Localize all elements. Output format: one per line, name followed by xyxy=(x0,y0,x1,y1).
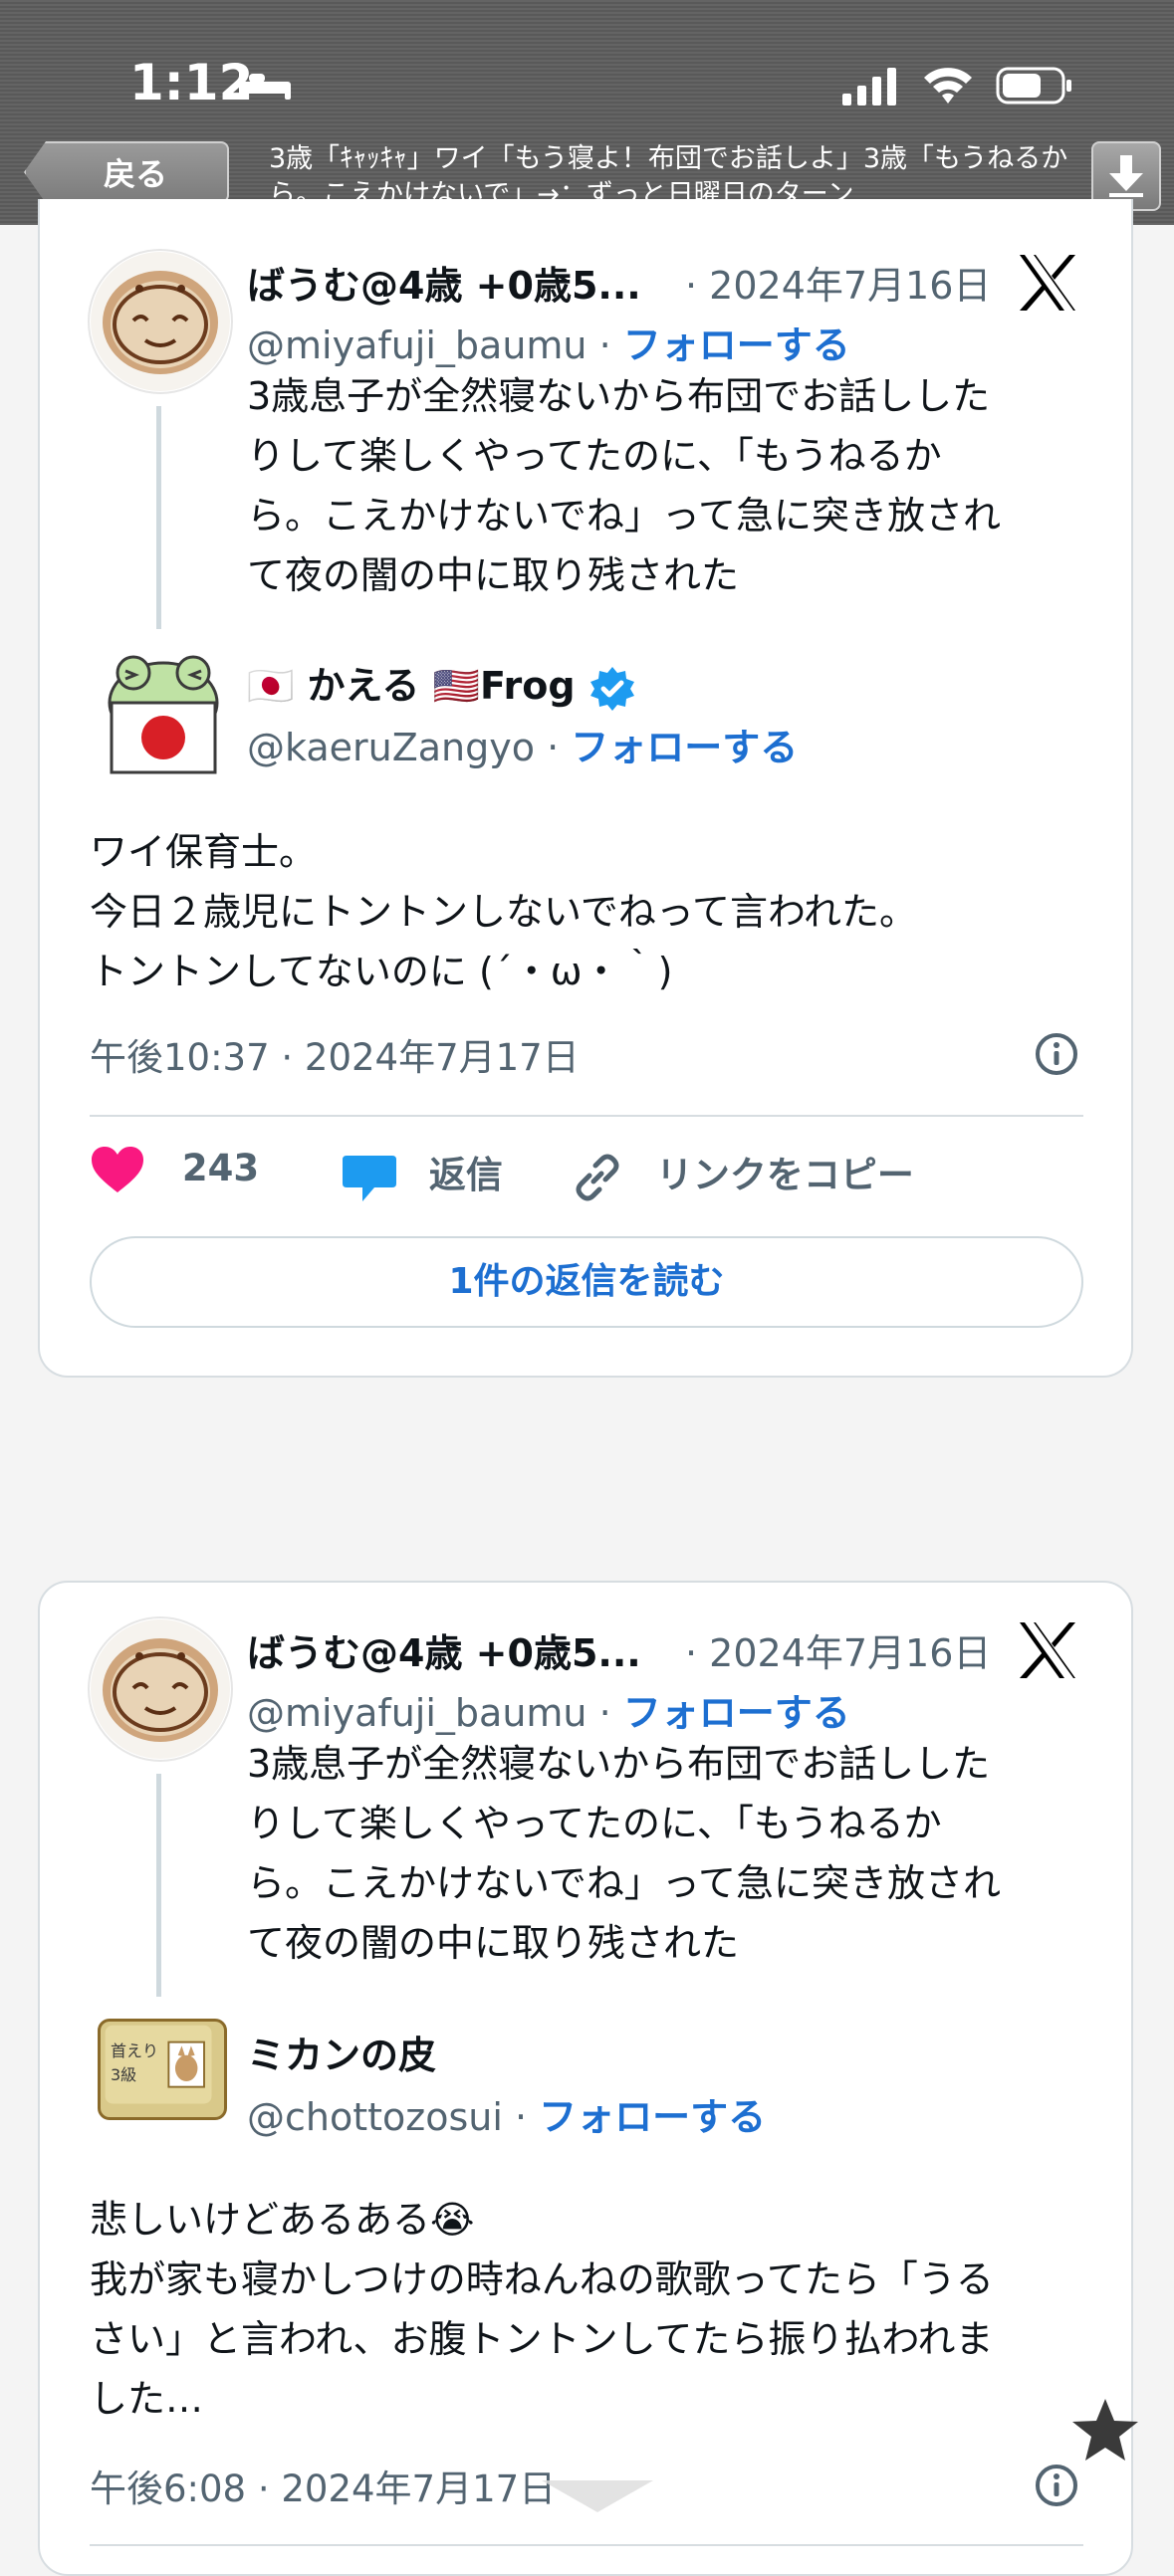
chevron-down-icon[interactable] xyxy=(538,2476,657,2516)
reply-author-name-text: 🇯🇵 かえる 🇺🇸Frog xyxy=(247,664,576,708)
x-logo-icon[interactable] xyxy=(1016,251,1079,315)
reply-handle[interactable]: @chottozosui xyxy=(247,2095,503,2139)
like-button[interactable]: 243 xyxy=(90,1145,259,1194)
separator: · xyxy=(587,1691,623,1735)
avatar-baumu[interactable] xyxy=(88,249,233,394)
reply-tweet-text: 悲しいけどあるある😭 我が家も寝かしつけの時ねんねの歌歌ってたら「うる さい」と… xyxy=(90,2198,994,2421)
link-icon xyxy=(576,1154,619,1200)
follow-link[interactable]: フォローする xyxy=(571,726,798,769)
x-logo-icon[interactable] xyxy=(1016,1618,1079,1682)
info-icon[interactable] xyxy=(1034,1031,1079,1077)
divider xyxy=(90,1115,1083,1117)
avatar-card-text: 首えり 3級 xyxy=(111,2041,159,2084)
reply-tweet-text: ワイ保育士。 今日２歳児にトントンしないでねって言われた。 トントンしてないのに… xyxy=(90,830,918,993)
cellular-signal-icon xyxy=(842,68,896,106)
copy-link-button[interactable]: リンクをコピー xyxy=(570,1145,914,1205)
sleep-focus-icon xyxy=(239,72,291,100)
verified-badge-icon xyxy=(589,666,634,711)
reply-label: 返信 xyxy=(428,1154,503,1196)
avatar-mikan[interactable]: 首えり 3級 xyxy=(98,2019,227,2120)
reply-author-name[interactable]: 🇯🇵 かえる 🇺🇸Frog xyxy=(247,655,636,713)
tweet-card: ばうむ@4歳 +0歳5... · 2024年7月16日 @miyafuji_ba… xyxy=(38,1581,1133,2576)
reply-handle-row: @chottozosui · フォローする xyxy=(247,2086,766,2141)
heart-icon xyxy=(92,1147,143,1192)
quoted-handle[interactable]: @miyafuji_baumu xyxy=(247,323,587,367)
quoted-tweet-text: 3歳息子が全然寝ないから布団でお話しした りして楽しくやってたのに、「もうねるか… xyxy=(247,374,1001,597)
separator: · xyxy=(502,2095,540,2139)
quoted-author-name[interactable]: ばうむ@4歳 +0歳5... xyxy=(247,1622,641,1677)
favorite-star-icon[interactable] xyxy=(1069,2395,1141,2467)
tweet-card: ばうむ@4歳 +0歳5... · 2024年7月16日 @miyafuji_ba… xyxy=(38,199,1133,1378)
back-button[interactable]: 戻る xyxy=(24,141,229,203)
follow-link[interactable]: フォローする xyxy=(623,1691,850,1735)
reply-timestamp[interactable]: 午後10:37 · 2024年7月17日 xyxy=(90,1027,580,1081)
thread-line xyxy=(156,1774,161,1997)
bread-face-avatar-icon xyxy=(91,1619,230,1759)
quoted-date[interactable]: · 2024年7月16日 xyxy=(685,255,991,310)
top-bar: 1:12 戻る 3歳「ｷｬｯｷｬ」ワイ「もう寝よ！布団でお話しよ」3歳「もうねる… xyxy=(0,0,1174,225)
reply-handle-row: @kaeruZangyo · フォローする xyxy=(247,717,798,771)
avatar-baumu[interactable] xyxy=(88,1616,233,1762)
separator: · xyxy=(587,323,623,367)
wifi-icon xyxy=(924,68,972,104)
avatar-kaeru[interactable] xyxy=(98,647,229,778)
reply-timestamp[interactable]: 午後6:08 · 2024年7月17日 xyxy=(90,2459,556,2512)
reply-author-name[interactable]: ミカンの皮 xyxy=(247,2025,436,2079)
read-replies-button[interactable]: 1件の返信を読む xyxy=(90,1236,1083,1328)
divider xyxy=(90,2544,1083,2546)
battery-icon xyxy=(996,67,1071,105)
quoted-handle-row: @miyafuji_baumu · フォローする xyxy=(247,315,850,369)
quoted-handle-row: @miyafuji_baumu · フォローする xyxy=(247,1682,850,1737)
status-time: 1:12 xyxy=(129,54,254,111)
follow-link[interactable]: フォローする xyxy=(623,323,850,367)
frog-flag-avatar-icon xyxy=(108,655,219,774)
quoted-date[interactable]: · 2024年7月16日 xyxy=(685,1622,991,1677)
reply-bubble-icon xyxy=(343,1155,396,1201)
thread-line xyxy=(156,406,161,629)
info-icon[interactable] xyxy=(1034,2463,1079,2508)
quoted-tweet-text: 3歳息子が全然寝ないから布団でお話しした りして楽しくやってたのに、「もうねるか… xyxy=(247,1742,1001,1965)
copy-link-label: リンクをコピー xyxy=(655,1154,914,1196)
quoted-handle[interactable]: @miyafuji_baumu xyxy=(247,1691,587,1735)
bread-face-avatar-icon xyxy=(91,252,230,391)
follow-link[interactable]: フォローする xyxy=(539,2095,766,2139)
like-count: 243 xyxy=(181,1146,260,1189)
quoted-author-name[interactable]: ばうむ@4歳 +0歳5... xyxy=(247,255,641,310)
separator: · xyxy=(534,726,572,769)
reply-button[interactable]: 返信 xyxy=(341,1145,503,1203)
reply-handle[interactable]: @kaeruZangyo xyxy=(247,726,535,769)
